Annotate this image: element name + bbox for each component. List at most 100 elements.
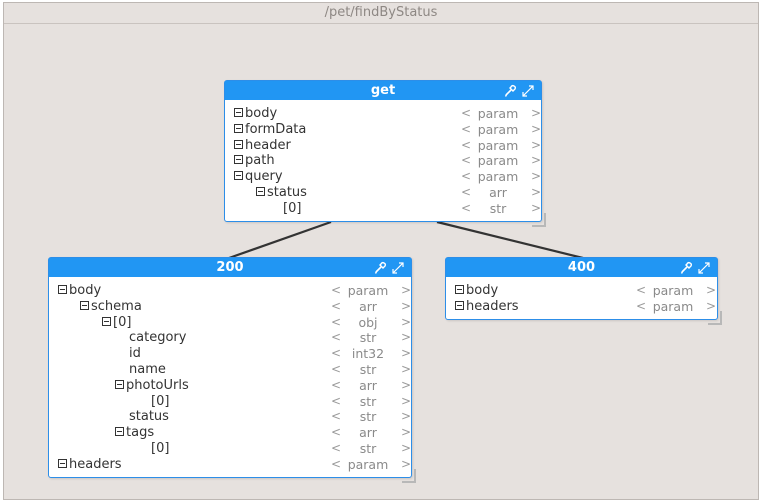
tree-row[interactable]: status < arr > [225,185,541,201]
tree-row[interactable]: body < param > [225,106,541,122]
eyedropper-icon[interactable] [503,84,517,98]
collapse-toggle-icon[interactable] [234,123,243,133]
collapse-toggle-icon[interactable] [455,300,464,310]
tree-row-label: headers [69,456,122,472]
node-title: 400 [567,260,596,275]
tree-row-type: param [477,106,519,121]
tree-row-label: id [129,346,141,362]
tree-row-label: name [129,361,166,377]
tree-row-label: body [466,283,499,298]
close-bracket: > [401,330,412,345]
tree-row[interactable]: headers < param > [49,457,411,473]
tree-row-label: header [245,137,291,153]
tree-row-type: str [359,330,377,346]
tree-row-type: str [359,409,377,425]
close-bracket: > [401,314,412,329]
close-bracket: > [401,346,412,361]
resize-handle-icon[interactable] [402,468,416,483]
tree-row[interactable]: category < str > [49,330,411,346]
open-bracket: < [461,169,472,184]
tree-row-label: [0] [113,314,132,330]
tree-row-type: str [359,440,377,456]
expand-icon[interactable] [697,261,711,275]
open-bracket: < [331,298,342,313]
tree-row[interactable]: header < param > [225,138,541,154]
tree-row-label: status [267,184,307,200]
collapse-toggle-icon[interactable] [234,108,243,117]
tree-row-type: arr [489,184,507,200]
collapse-toggle-icon[interactable] [256,186,265,196]
open-bracket: < [461,121,472,136]
close-bracket: > [531,121,542,136]
collapse-toggle-icon[interactable] [102,316,111,326]
tree-row[interactable]: [0] < str > [49,441,411,457]
close-bracket: > [531,106,542,120]
tree-row-label: headers [466,298,519,314]
tree-row[interactable]: name < str > [49,362,411,378]
collapse-toggle-icon[interactable] [58,285,67,294]
close-bracket: > [401,361,412,376]
close-bracket: > [531,153,542,168]
tree-row-type: int32 [351,346,385,362]
eyedropper-icon[interactable] [373,261,387,275]
close-bracket: > [531,184,542,199]
open-bracket: < [331,346,342,361]
open-bracket: < [461,184,472,199]
tree-row-type: param [347,456,389,472]
tree-row[interactable]: [0] < str > [49,394,411,410]
open-bracket: < [331,409,342,424]
tree-row[interactable]: headers < param > [446,299,717,315]
close-bracket: > [401,393,412,408]
collapse-toggle-icon[interactable] [115,427,124,437]
tree-row-type: arr [359,377,377,393]
resize-handle-icon[interactable] [532,212,546,227]
tree-row-label: status [129,409,169,425]
tree-row-label: schema [91,298,142,314]
tree-row-label: category [129,330,187,346]
expand-icon[interactable] [521,84,535,98]
node-r200[interactable]: 200 body < param > schema < arr > [0] < obj > categor… [48,257,412,478]
open-bracket: < [331,456,342,471]
node-get[interactable]: get body < param > formData < param > header < para… [224,80,542,222]
node-header[interactable]: get [225,81,541,100]
collapse-toggle-icon[interactable] [234,155,243,165]
tree-row[interactable]: body < param > [446,283,717,299]
node-header[interactable]: 400 [446,258,717,277]
tree-row-type: param [477,121,519,137]
collapse-toggle-icon[interactable] [58,458,67,468]
open-bracket: < [461,106,472,120]
tree-row[interactable]: id < int32 > [49,346,411,362]
tree-row[interactable]: [0] < str > [225,201,541,217]
tree-row[interactable]: schema < arr > [49,299,411,315]
tree-row[interactable]: tags < arr > [49,425,411,441]
tree-row[interactable]: query < param > [225,169,541,185]
node-title: 200 [216,260,244,275]
close-bracket: > [401,377,412,392]
node-r400[interactable]: 400 body < param > headers < param > [445,257,718,320]
close-bracket: > [401,440,412,455]
collapse-toggle-icon[interactable] [80,300,89,310]
tree-row[interactable]: status < str > [49,409,411,425]
expand-icon[interactable] [391,261,405,275]
tree-row[interactable]: [0] < obj > [49,315,411,331]
eyedropper-icon[interactable] [679,261,693,275]
node-header[interactable]: 200 [49,258,411,277]
node-rows: body < param > formData < param > header < param > p… [225,100,541,217]
resize-handle-icon[interactable] [708,310,722,325]
tree-row-label: [0] [151,440,170,456]
tree-row[interactable]: formData < param > [225,122,541,138]
tree-row[interactable]: photoUrls < arr > [49,378,411,394]
open-bracket: < [331,393,342,408]
collapse-toggle-icon[interactable] [234,171,243,181]
collapse-toggle-icon[interactable] [234,139,243,149]
node-rows: body < param > schema < arr > [0] < obj > category < s… [49,277,411,473]
tree-row-type: str [489,200,507,216]
tree-row-type: arr [359,425,377,441]
tree-row[interactable]: path < param > [225,153,541,169]
open-bracket: < [331,425,342,440]
tree-row[interactable]: body < param > [49,283,411,299]
collapse-toggle-icon[interactable] [115,379,124,389]
window-title: /pet/findByStatus [4,3,758,24]
collapse-toggle-icon[interactable] [455,285,464,294]
close-bracket: > [401,425,412,440]
